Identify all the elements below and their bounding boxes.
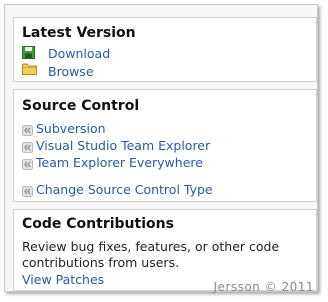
view-patches-link[interactable]: View Patches [22, 272, 104, 287]
source-control-heading: Source Control [22, 98, 140, 114]
code-contributions-panel: Code Contributions Review bug fixes, fea… [13, 209, 317, 291]
double-chevron-left-icon [22, 186, 33, 197]
code-contributions-description-line1: Review bug fixes, features, or other cod… [22, 239, 280, 254]
team-explorer-everywhere-link[interactable]: Team Explorer Everywhere [36, 155, 203, 170]
visual-studio-team-explorer-link[interactable]: Visual Studio Team Explorer [36, 138, 210, 153]
source-control-panel: Source Control Subversion Visual Studio … [13, 89, 317, 202]
double-chevron-left-icon [22, 142, 33, 153]
download-link[interactable]: Download [48, 46, 110, 61]
folder-icon [22, 63, 37, 75]
subversion-link[interactable]: Subversion [36, 121, 106, 136]
browse-link[interactable]: Browse [48, 64, 94, 79]
code-contributions-heading: Code Contributions [22, 216, 174, 232]
code-contributions-description-line2: contributions from users. [22, 255, 180, 270]
double-chevron-left-icon [22, 125, 33, 136]
change-source-control-type-link[interactable]: Change Source Control Type [36, 182, 213, 197]
floppy-disk-icon [22, 46, 35, 59]
project-sidebar: Latest Version Download Browse Source Co… [4, 4, 318, 292]
double-chevron-left-icon [22, 159, 33, 170]
latest-version-heading: Latest Version [22, 25, 136, 41]
watermark: Jersson © 2011 [213, 280, 314, 294]
latest-version-panel: Latest Version Download Browse [13, 17, 317, 82]
